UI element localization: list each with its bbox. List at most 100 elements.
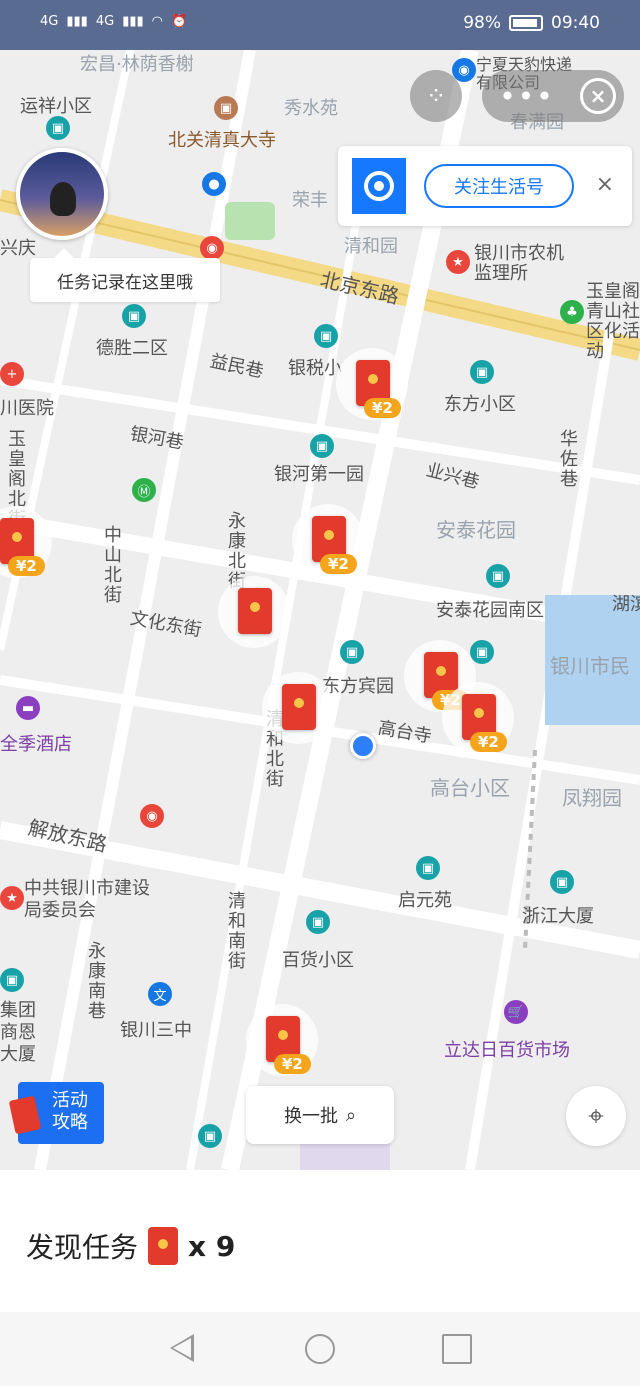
alarm-icon: ⏰ (171, 14, 188, 29)
place-label: 玉皇阁青山社区化活动 (586, 282, 640, 362)
red-packet-marker[interactable]: ¥2 (292, 504, 364, 584)
activity-center-icon: ♣ (560, 300, 584, 324)
place-label: 川医院 (0, 398, 54, 419)
activity-guide-button[interactable]: 活动 攻略 (8, 1082, 104, 1144)
close-icon[interactable]: × (596, 172, 614, 197)
battery-percent: 98% (463, 13, 501, 33)
scan-icon[interactable]: ⁘ (410, 70, 462, 122)
red-envelope-icon (238, 588, 272, 634)
close-circle-icon[interactable]: × (580, 78, 616, 114)
shopping-icon: 🛒 (504, 1000, 528, 1024)
government-icon: ★ (0, 886, 24, 910)
signal-bars-icon: ▮▮▮ (66, 14, 88, 29)
task-record-tooltip: 任务记录在这里哦 (30, 248, 220, 302)
packet-amount: ¥2 (320, 554, 357, 574)
road-label: 华佐巷 (560, 429, 578, 490)
place-label: 宏昌·林荫香榭 (80, 54, 194, 75)
road-label: 中山北街 (104, 525, 122, 606)
status-bar: 4G ▮▮▮ 4G ▮▮▮ ◠ ⏰ 98% 09:40 (0, 0, 640, 50)
mini-program-capsule: ••• × (482, 70, 624, 122)
back-icon[interactable] (170, 1334, 194, 1362)
follow-button[interactable]: 关注生活号 (424, 164, 574, 208)
current-location-marker (350, 733, 376, 759)
place-label: 高台小区 (430, 776, 510, 800)
metro-icon[interactable]: ◉ (140, 804, 164, 828)
red-packet-marker[interactable]: ¥2 (246, 1004, 318, 1084)
red-packet-marker[interactable] (262, 672, 334, 752)
guide-label-line2: 攻略 (52, 1112, 88, 1133)
place-label: 银税小 (288, 358, 342, 379)
packet-amount: ¥2 (274, 1054, 311, 1074)
packet-amount: ¥2 (8, 556, 45, 576)
signal-icon-1: 4G (40, 14, 59, 29)
red-packet-marker[interactable] (218, 576, 290, 656)
wifi-icon: ◠ (151, 14, 163, 29)
community-icon: ▣ (122, 304, 146, 328)
follow-card: 关注生活号 × (338, 146, 632, 226)
hotel-icon: ▣ (340, 640, 364, 664)
place-label: 集团商恩大厦 (0, 1000, 36, 1065)
community-icon: ▣ (314, 324, 338, 348)
clock: 09:40 (551, 13, 600, 33)
refresh-batch-button[interactable]: 换一批 ⌕ (246, 1086, 394, 1144)
home-icon[interactable] (305, 1334, 335, 1364)
place-label: 凤翔园 (562, 786, 622, 810)
place-label: 德胜二区 (96, 338, 168, 359)
building-icon: ▣ (0, 968, 24, 992)
building-icon: ▣ (198, 1124, 222, 1148)
bus-stop-icon[interactable]: ● (202, 172, 226, 196)
place-label: 银川市民 (550, 654, 630, 678)
place-label: 兴庆 (0, 238, 36, 259)
red-envelope-icon (148, 1227, 179, 1265)
guide-label-line1: 活动 (52, 1090, 88, 1111)
place-label: 百货小区 (282, 950, 354, 971)
life-account-logo (352, 158, 406, 214)
red-packet-marker[interactable]: ¥2 (442, 682, 514, 762)
place-label: 安泰花园 (436, 518, 516, 542)
task-panel-title: 发现任务 x 9 (26, 1226, 235, 1266)
place-label: 中共银川市建设局委员会 (24, 878, 150, 921)
recents-icon[interactable] (442, 1334, 472, 1364)
place-label: 东方小区 (444, 394, 516, 415)
block (300, 1140, 390, 1170)
hotel-icon: ▬ (16, 696, 40, 720)
search-icon: ⌕ (345, 1104, 357, 1126)
status-right: 98% 09:40 (463, 13, 600, 33)
metro-icon[interactable]: ◉ (200, 236, 224, 260)
community-icon: ▣ (470, 360, 494, 384)
avatar[interactable] (16, 148, 108, 240)
place-label: 启元苑 (398, 890, 452, 911)
place-label: 秀水苑 (284, 98, 338, 119)
place-label: 运祥小区 (20, 96, 92, 117)
place-label: 银川市农机监理所 (474, 243, 564, 284)
task-panel[interactable]: 发现任务 x 9 (0, 1170, 640, 1312)
mosque-icon: ▣ (214, 96, 238, 120)
place-label: 湖滨 (612, 594, 640, 615)
signal-icon-2: 4G (95, 14, 115, 29)
school-icon: 文 (148, 982, 172, 1006)
place-label: 立达日百货市场 (444, 1040, 570, 1061)
place-label: 银川三中 (120, 1020, 192, 1041)
road-label: 清和南街 (228, 891, 246, 972)
subway-icon[interactable]: Ⓜ (132, 478, 156, 502)
red-packet-marker[interactable]: ¥2 (336, 348, 408, 428)
community-icon: ▣ (306, 910, 330, 934)
status-left: 4G ▮▮▮ 4G ▮▮▮ ◠ ⏰ (40, 14, 187, 29)
community-icon: ▣ (416, 856, 440, 880)
red-packet-marker[interactable]: ¥2 (0, 506, 52, 586)
community-icon: ▣ (46, 116, 70, 140)
system-nav-bar (0, 1312, 640, 1386)
road-label: 永康南巷 (88, 941, 106, 1022)
packet-amount: ¥2 (364, 398, 401, 418)
target-icon[interactable]: ⌖ (566, 1086, 626, 1146)
battery-icon (509, 15, 543, 31)
park (225, 202, 275, 240)
community-icon: ▣ (486, 564, 510, 588)
building-icon: ▣ (550, 870, 574, 894)
more-button[interactable]: ••• (492, 70, 562, 122)
place-label: 安泰花园南区 (436, 600, 544, 621)
government-icon: ★ (446, 250, 470, 274)
place-label: 银河第一园 (274, 464, 364, 485)
packet-amount: ¥2 (470, 732, 507, 752)
refresh-label: 换一批 (283, 1106, 338, 1127)
